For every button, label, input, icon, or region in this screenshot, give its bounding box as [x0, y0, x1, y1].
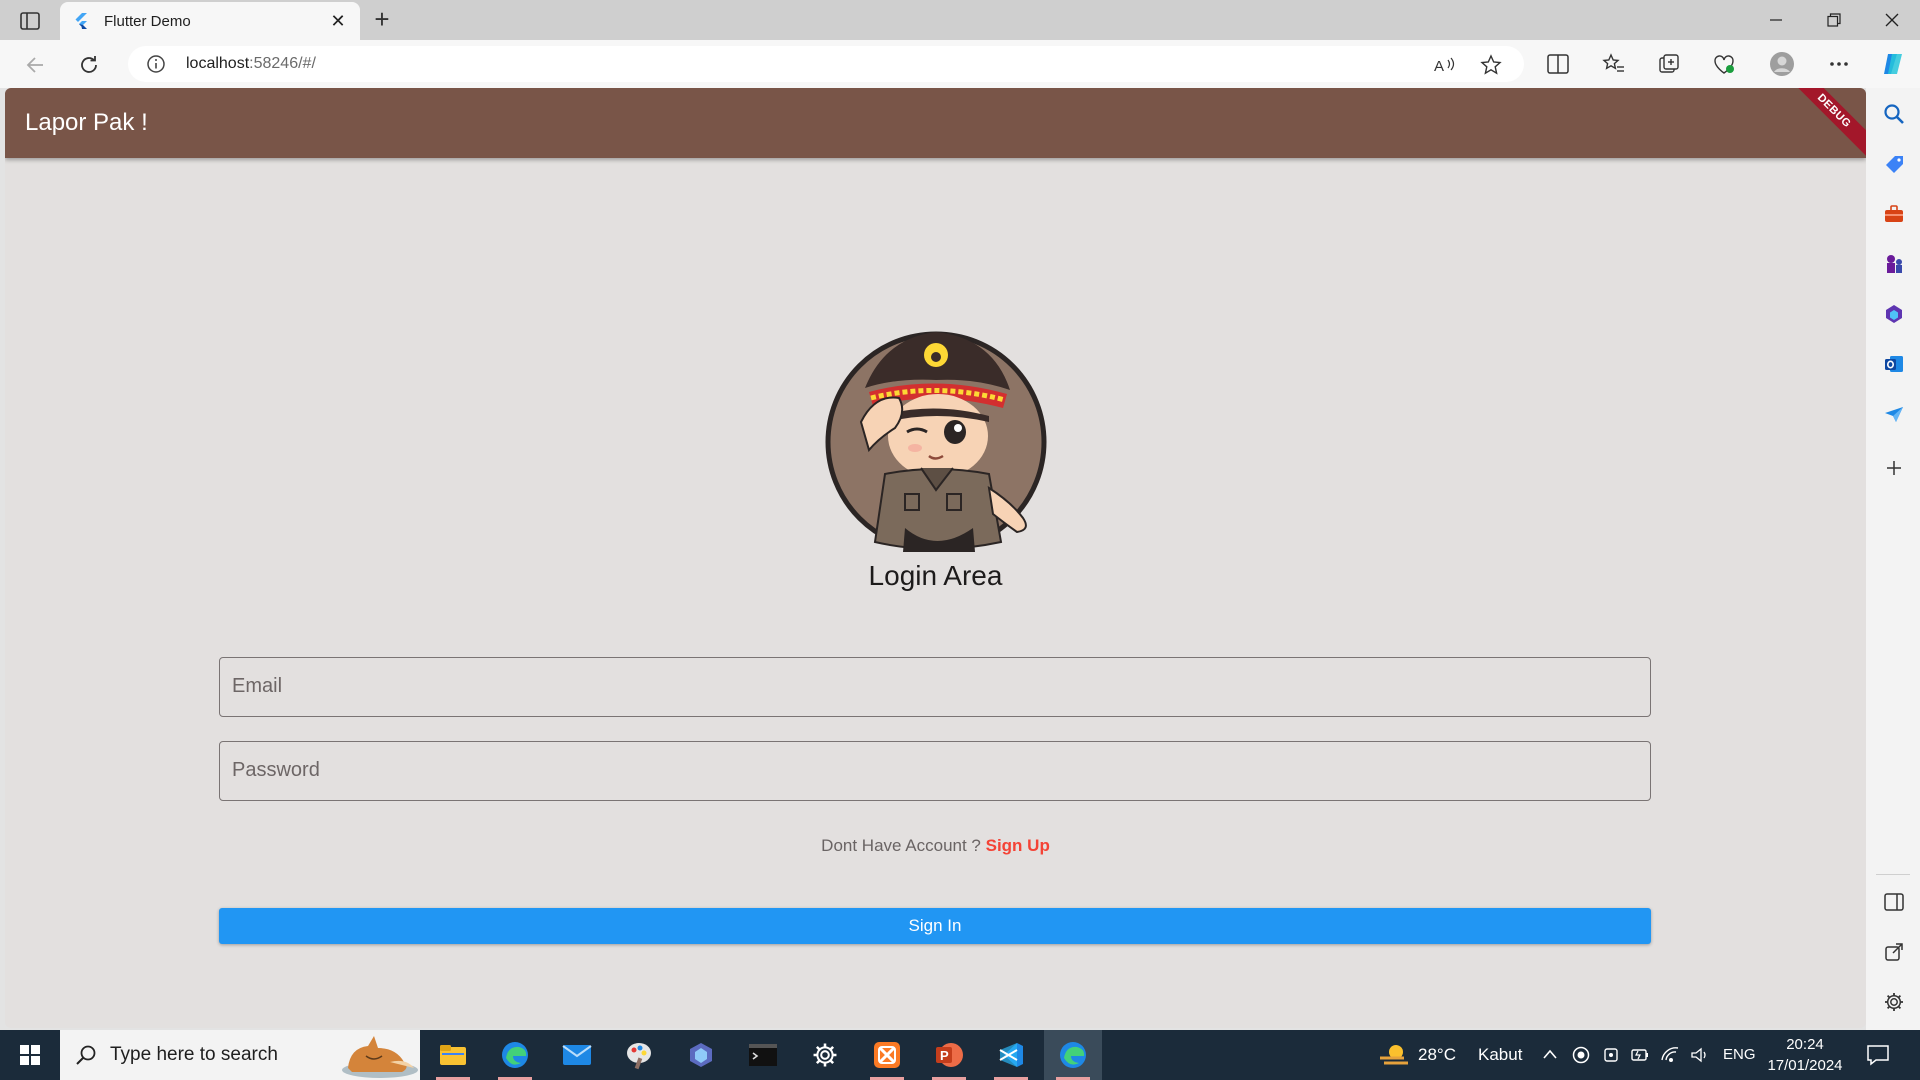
mail-icon[interactable] [548, 1030, 606, 1080]
paint-icon[interactable] [610, 1030, 668, 1080]
app-bar: Lapor Pak ! DEBUG [5, 88, 1866, 160]
svg-text:A: A [1434, 58, 1444, 74]
signup-prompt-text: Dont Have Account ? [821, 836, 986, 855]
tab-actions-icon[interactable] [14, 8, 46, 34]
favorite-star-icon[interactable] [1480, 54, 1502, 76]
password-placeholder: Password [232, 759, 320, 781]
clock-time: 20:24 [1786, 1036, 1824, 1053]
xampp-icon[interactable] [858, 1030, 916, 1080]
weather-desc: Kabut [1478, 1045, 1523, 1064]
sidebar-microsoft365-icon[interactable] [1882, 302, 1906, 326]
vscode-icon[interactable] [982, 1030, 1040, 1080]
password-field[interactable]: Password [219, 741, 1651, 801]
close-window-button[interactable] [1864, 0, 1920, 40]
taskbar-clock[interactable]: 20:24 17/01/2024 [1760, 1034, 1850, 1076]
search-highlight-fox-icon [342, 1036, 418, 1078]
sidebar-drop-icon[interactable] [1882, 402, 1906, 426]
tab-close-icon[interactable]: ✕ [328, 11, 348, 31]
powerpoint-icon[interactable]: P [920, 1030, 978, 1080]
browser-toolbar: localhost:58246/#/ A [0, 40, 1920, 88]
profile-avatar-icon[interactable] [1769, 51, 1795, 77]
windows-taskbar: Type here to search P 28°C Kabut ENG 20:… [0, 1030, 1920, 1080]
sidebar-settings-icon[interactable] [1882, 990, 1906, 1014]
sidebar-shopping-icon[interactable] [1882, 152, 1906, 176]
language-indicator[interactable]: ENG [1723, 1046, 1756, 1063]
app-viewport: Lapor Pak ! DEBUG Login Area Email Passw… [5, 88, 1866, 1028]
flutter-favicon-icon [75, 13, 87, 29]
signup-link[interactable]: Sign Up [986, 836, 1050, 855]
terminal-icon[interactable] [734, 1030, 792, 1080]
more-options-icon[interactable] [1826, 51, 1852, 77]
browser-essentials-icon[interactable] [1711, 51, 1737, 77]
browser-tab-strip: Flutter Demo ✕ + [0, 0, 1920, 40]
restore-button[interactable] [1806, 0, 1862, 40]
search-icon [76, 1045, 96, 1065]
read-aloud-icon[interactable]: A [1434, 54, 1456, 76]
edge-sidebar [1866, 88, 1920, 1030]
tray-chevron-up-icon[interactable] [1542, 1048, 1558, 1060]
favorites-icon[interactable] [1601, 51, 1627, 77]
refresh-button[interactable] [74, 50, 104, 80]
sidebar-tools-icon[interactable] [1882, 202, 1906, 226]
email-placeholder: Email [232, 675, 283, 697]
minimize-button[interactable] [1748, 0, 1804, 40]
tray-volume-icon[interactable] [1690, 1046, 1710, 1064]
app-title: Lapor Pak ! [25, 109, 148, 136]
edge-app-icon[interactable] [486, 1030, 544, 1080]
sidebar-hide-icon[interactable] [1882, 890, 1906, 914]
taskbar-search-box[interactable]: Type here to search [60, 1030, 420, 1080]
weather-temp: 28°C [1418, 1045, 1456, 1064]
police-mascot-avatar [825, 331, 1047, 552]
windows-start-icon[interactable] [10, 1040, 50, 1070]
split-screen-icon[interactable] [1545, 51, 1571, 77]
sidebar-search-icon[interactable] [1882, 102, 1906, 126]
tab-title: Flutter Demo [104, 12, 191, 30]
sign-in-button[interactable]: Sign In [219, 908, 1651, 944]
svg-text:P: P [940, 1048, 949, 1063]
debug-banner: DEBUG [1785, 88, 1866, 160]
sidebar-outlook-icon[interactable] [1882, 352, 1906, 376]
back-button[interactable] [20, 50, 50, 80]
copilot-icon[interactable] [1880, 51, 1906, 77]
browser-tab-active[interactable]: Flutter Demo ✕ [60, 2, 360, 40]
weather-icon [1380, 1045, 1408, 1065]
tray-wifi-icon[interactable] [1660, 1046, 1680, 1064]
settings-app-icon[interactable] [796, 1030, 854, 1080]
sidebar-games-icon[interactable] [1882, 252, 1906, 276]
address-bar[interactable]: localhost:58246/#/ A [128, 46, 1524, 82]
tray-meet-icon[interactable] [1602, 1046, 1620, 1064]
signup-prompt: Dont Have Account ? Sign Up [5, 836, 1866, 856]
notification-center-icon[interactable] [1866, 1043, 1890, 1067]
collections-icon[interactable] [1656, 51, 1682, 77]
edge-app-active-icon[interactable] [1044, 1030, 1102, 1080]
sidebar-add-icon[interactable] [1882, 456, 1906, 480]
sidebar-divider [1876, 874, 1910, 875]
login-title: Login Area [868, 560, 1003, 591]
clock-date: 17/01/2024 [1767, 1057, 1843, 1074]
tray-battery-icon[interactable] [1630, 1046, 1650, 1064]
tray-record-icon[interactable] [1572, 1046, 1590, 1064]
taskbar-search-placeholder: Type here to search [110, 1044, 278, 1065]
email-field[interactable]: Email [219, 657, 1651, 717]
copilot-app-icon[interactable] [672, 1030, 730, 1080]
sidebar-open-external-icon[interactable] [1882, 940, 1906, 964]
site-info-icon[interactable] [146, 54, 166, 74]
file-explorer-icon[interactable] [424, 1030, 482, 1080]
url-text: localhost:58246/#/ [186, 55, 316, 72]
new-tab-button[interactable]: + [368, 6, 396, 34]
